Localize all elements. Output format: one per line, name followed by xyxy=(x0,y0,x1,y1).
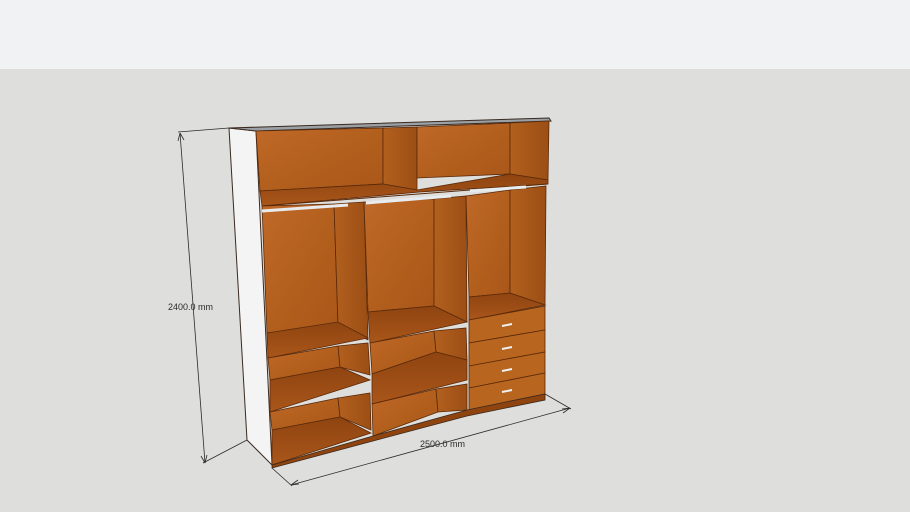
width-dimension-label: 2500.0 mm xyxy=(420,439,465,449)
wardrobe-scene[interactable]: 2400.0 mm 2500.0 mm xyxy=(0,69,910,512)
middle-cubby-2-side xyxy=(435,383,468,413)
top-compartment-right-side xyxy=(509,120,550,181)
left-section-back xyxy=(261,203,339,334)
middle-section-back xyxy=(363,198,435,313)
3d-viewport[interactable]: 2400.0 mm 2500.0 mm xyxy=(0,69,910,512)
drawer-stack xyxy=(468,305,546,411)
right-section-back xyxy=(465,189,511,298)
left-section-divider xyxy=(333,201,369,341)
top-compartment-left-divider xyxy=(382,126,418,191)
top-compartment-right-back xyxy=(416,122,511,179)
height-dimension-label: 2400.0 mm xyxy=(168,302,213,312)
top-compartment-left-back xyxy=(255,127,384,192)
right-section-side xyxy=(509,185,547,306)
top-band xyxy=(0,0,910,69)
middle-section-divider xyxy=(433,195,468,323)
